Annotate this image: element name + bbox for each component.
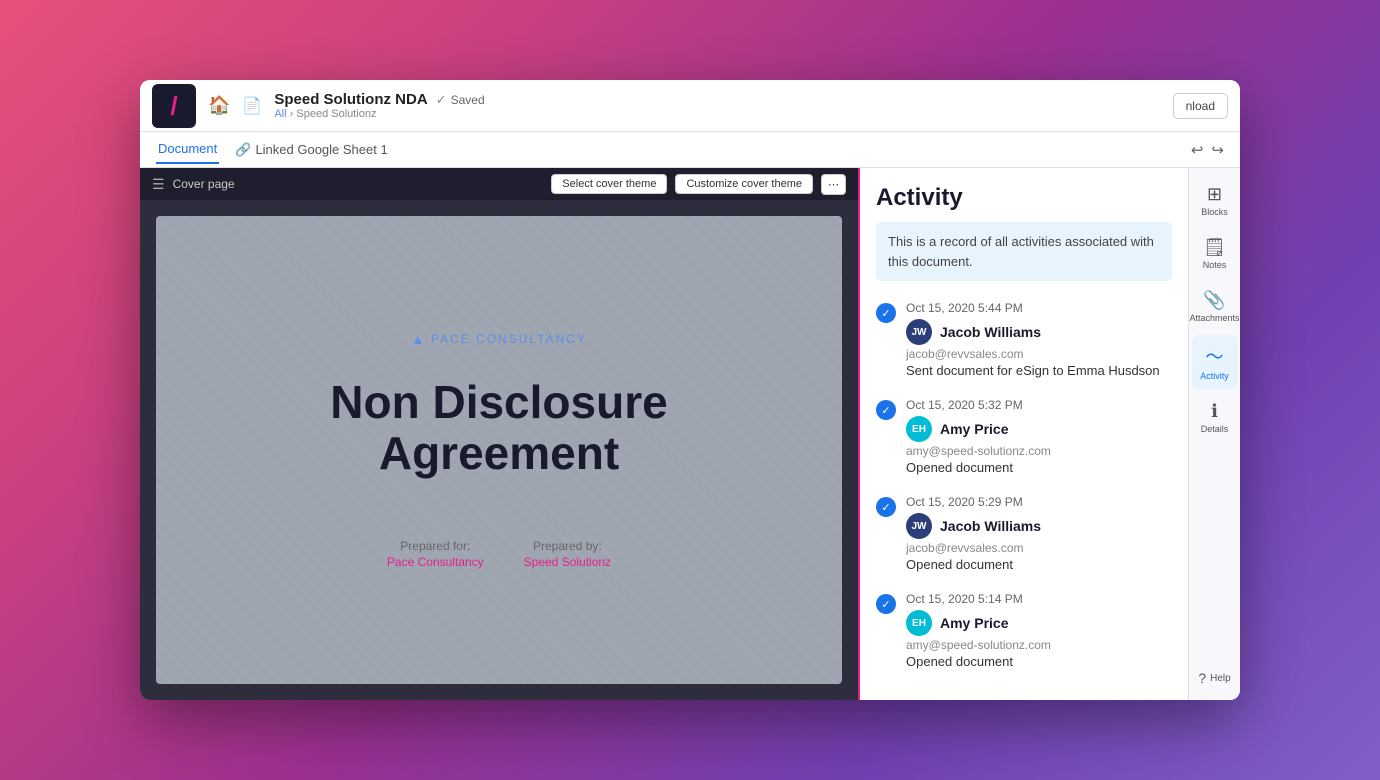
activity-email: jacob@revvsales.com (906, 541, 1172, 555)
prepared-by-col: Prepared by: Speed Solutionz (524, 539, 611, 569)
undo-redo-controls: ↩ ↪ (1191, 141, 1224, 159)
activity-username: Jacob Williams (940, 324, 1041, 340)
notes-label: Notes (1203, 260, 1227, 270)
avatar: EH (906, 610, 932, 636)
doc-title: Speed Solutionz NDA (274, 91, 427, 108)
help-button[interactable]: ? Help (1194, 664, 1234, 692)
sidebar-item-activity[interactable]: 〜 Activity (1192, 335, 1238, 389)
breadcrumb: All › Speed Solutionz (274, 108, 484, 120)
activity-time: Oct 15, 2020 5:29 PM (906, 495, 1172, 509)
help-icon: ? (1198, 670, 1206, 686)
activity-user-row: JW Jacob Williams (906, 319, 1172, 345)
undo-button[interactable]: ↩ (1191, 141, 1204, 159)
cover-page-bar: ☰ Cover page Select cover theme Customiz… (140, 168, 858, 200)
activity-action: Sent document for eSign to Emma Husdson (906, 363, 1172, 378)
activity-email: amy@speed-solutionz.com (906, 638, 1172, 652)
main-area: ☰ Cover page Select cover theme Customiz… (140, 168, 1240, 700)
doc-info: Speed Solutionz NDA ✓ Saved All › Speed … (274, 91, 484, 120)
activity-user-row: EH Amy Price (906, 416, 1172, 442)
activity-email: jacob@revvsales.com (906, 347, 1172, 361)
activity-check-icon: ✓ (876, 400, 896, 420)
activity-item: ✓ Oct 15, 2020 5:14 PM EH Amy Price amy@… (876, 592, 1172, 669)
activity-username: Amy Price (940, 421, 1008, 437)
activity-panel: Activity This is a record of all activit… (858, 168, 1188, 700)
top-bar: / 🏠 📄 Speed Solutionz NDA ✓ Saved All › … (140, 80, 1240, 132)
blocks-icon: ⊞ (1207, 184, 1222, 205)
activity-label: Activity (1200, 371, 1229, 381)
activity-check-icon: ✓ (876, 497, 896, 517)
prepared-for-col: Prepared for: Pace Consultancy (387, 539, 484, 569)
app-logo: / (152, 84, 196, 128)
company-name: PACE CONSULTANCY (431, 332, 587, 346)
cover-page-label: Cover page (173, 177, 544, 191)
activity-content: Oct 15, 2020 5:29 PM JW Jacob Williams j… (906, 495, 1172, 572)
doc-main-title: Non Disclosure Agreement (330, 377, 667, 478)
sub-bar: Document 🔗 Linked Google Sheet 1 ↩ ↪ (140, 132, 1240, 168)
sidebar-item-notes[interactable]: 🗒 Notes (1192, 229, 1238, 278)
activity-list: ✓ Oct 15, 2020 5:44 PM JW Jacob Williams… (860, 293, 1188, 700)
attachments-icon: 📎 (1203, 290, 1225, 311)
activity-time: Oct 15, 2020 5:32 PM (906, 398, 1172, 412)
page-list-icon: ☰ (152, 176, 165, 193)
activity-item: ✓ Oct 15, 2020 5:32 PM EH Amy Price amy@… (876, 398, 1172, 475)
tab-linked-sheet[interactable]: 🔗 Linked Google Sheet 1 (235, 142, 387, 158)
doc-icon: 📄 (242, 96, 262, 116)
activity-user-row: JW Jacob Williams (906, 513, 1172, 539)
details-icon: ℹ (1211, 401, 1218, 422)
prepared-by-value: Speed Solutionz (524, 555, 611, 569)
details-label: Details (1201, 424, 1229, 434)
activity-time: Oct 15, 2020 5:14 PM (906, 592, 1172, 606)
activity-content: Oct 15, 2020 5:14 PM EH Amy Price amy@sp… (906, 592, 1172, 669)
activity-email: amy@speed-solutionz.com (906, 444, 1172, 458)
activity-check-icon: ✓ (876, 594, 896, 614)
right-sidebar: ⊞ Blocks 🗒 Notes 📎 Attachments 〜 Activit… (1188, 168, 1240, 700)
app-frame: / 🏠 📄 Speed Solutionz NDA ✓ Saved All › … (140, 80, 1240, 700)
activity-content: Oct 15, 2020 5:32 PM EH Amy Price amy@sp… (906, 398, 1172, 475)
sidebar-item-details[interactable]: ℹ Details (1192, 393, 1238, 442)
activity-item: ✓ Oct 15, 2020 5:44 PM JW Jacob Williams… (876, 301, 1172, 378)
tab-document[interactable]: Document (156, 135, 219, 164)
attachments-label: Attachments (1189, 313, 1239, 323)
customize-cover-theme-button[interactable]: Customize cover theme (675, 174, 813, 194)
activity-username: Jacob Williams (940, 518, 1041, 534)
activity-content: Oct 15, 2020 5:44 PM JW Jacob Williams j… (906, 301, 1172, 378)
activity-user-row: EH Amy Price (906, 610, 1172, 636)
activity-panel-title: Activity (876, 184, 1172, 212)
blocks-label: Blocks (1201, 207, 1228, 217)
activity-action: Opened document (906, 557, 1172, 572)
sidebar-item-blocks[interactable]: ⊞ Blocks (1192, 176, 1238, 225)
more-options-button[interactable]: ⋯ (821, 174, 846, 195)
activity-icon: 〜 (1206, 343, 1224, 369)
activity-info-box: This is a record of all activities assoc… (876, 222, 1172, 281)
select-cover-theme-button[interactable]: Select cover theme (551, 174, 667, 194)
logo-slash-icon: / (170, 93, 177, 119)
activity-username: Amy Price (940, 615, 1008, 631)
activity-item: ✓ Oct 15, 2020 5:29 PM JW Jacob Williams… (876, 495, 1172, 572)
activity-action: Opened document (906, 460, 1172, 475)
link-icon: 🔗 (235, 142, 251, 158)
activity-time: Oct 15, 2020 5:44 PM (906, 301, 1172, 315)
avatar: EH (906, 416, 932, 442)
avatar: JW (906, 319, 932, 345)
sidebar-item-attachments[interactable]: 📎 Attachments (1192, 282, 1238, 331)
saved-badge: ✓ Saved (436, 92, 485, 108)
activity-header: Activity This is a record of all activit… (860, 168, 1188, 293)
company-logo-icon: ▲ (411, 331, 425, 347)
prepared-for-value: Pace Consultancy (387, 555, 484, 569)
home-icon[interactable]: 🏠 (208, 95, 230, 116)
notes-icon: 🗒 (1203, 237, 1226, 258)
doc-editor: ☰ Cover page Select cover theme Customiz… (140, 168, 858, 700)
activity-check-icon: ✓ (876, 303, 896, 323)
activity-action: Opened document (906, 654, 1172, 669)
prepared-row: Prepared for: Pace Consultancy Prepared … (387, 539, 611, 569)
download-button[interactable]: nload (1173, 93, 1228, 119)
company-logo-area: ▲ PACE CONSULTANCY (411, 331, 587, 347)
redo-button[interactable]: ↪ (1211, 141, 1224, 159)
avatar: JW (906, 513, 932, 539)
check-icon: ✓ (436, 92, 447, 108)
doc-canvas: ▲ PACE CONSULTANCY Non Disclosure Agreem… (156, 216, 842, 684)
